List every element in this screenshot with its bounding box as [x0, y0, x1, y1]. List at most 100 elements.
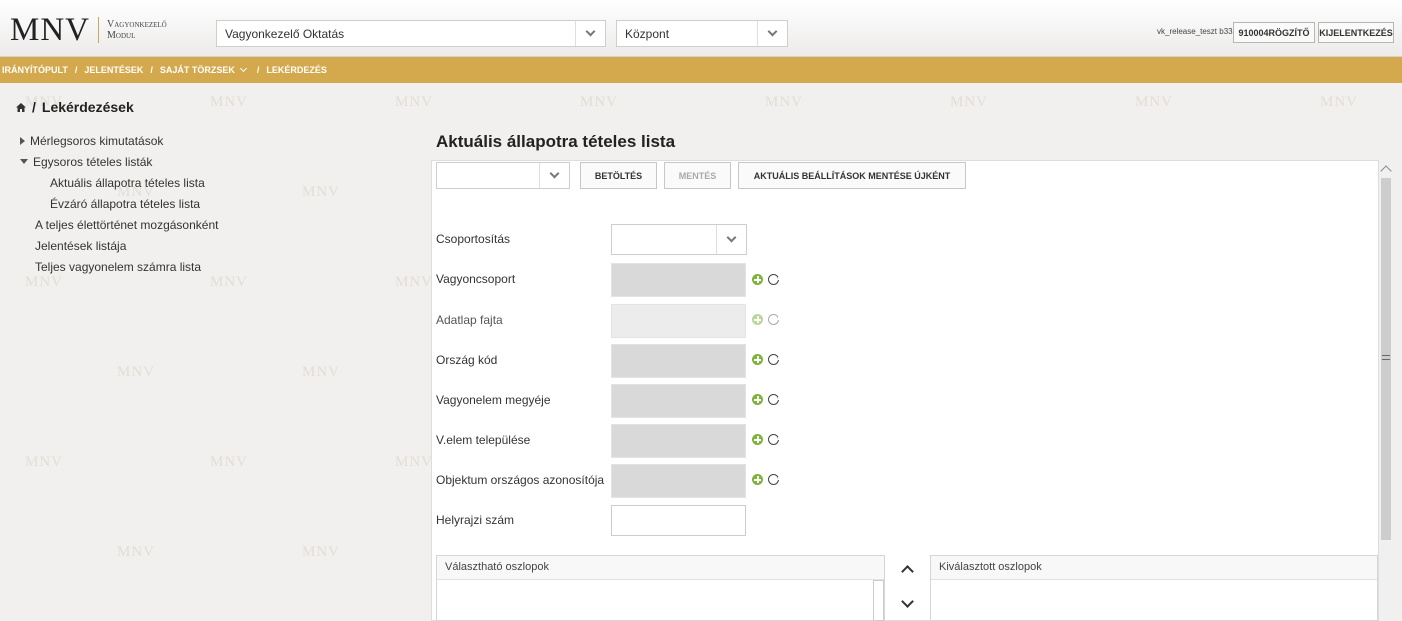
grouping-select[interactable]	[611, 224, 747, 255]
main-scrollbar[interactable]	[1378, 160, 1392, 621]
chevron-down-icon[interactable]	[539, 163, 569, 188]
asset-group-field[interactable]	[611, 263, 746, 297]
watermark-text: MNV	[210, 454, 249, 470]
nav-separator: /	[256, 65, 260, 75]
logo-text: MNV	[10, 12, 91, 48]
available-columns-list[interactable]: Választható oszlopok	[436, 555, 885, 621]
role-button[interactable]: 910004RÖGZÍTŐ	[1233, 22, 1315, 43]
refresh-icon[interactable]	[768, 434, 781, 445]
asset-group-label: Vagyoncsoport	[436, 272, 516, 286]
refresh-icon[interactable]	[768, 394, 781, 405]
unit-select-value: Központ	[625, 26, 670, 41]
add-icon[interactable]	[752, 434, 763, 445]
scroll-up-icon[interactable]	[1380, 165, 1392, 177]
settlement-label: V.elem települése	[436, 433, 531, 447]
watermark-text: MNV	[1320, 94, 1359, 110]
main-nav: IRÁNYÍTÓPULT / JELENTÉSEK / SAJÁT TÖRZSE…	[0, 57, 1402, 83]
tree-item-current-state-list[interactable]: Aktuális állapotra tételes lista	[50, 176, 205, 190]
mnv-logo: MNV Vagyonkezelő Modul	[10, 13, 167, 47]
tree-item-year-end-list[interactable]: Évzáró állapotra tételes lista	[50, 197, 200, 211]
parcel-number-label: Helyrajzi szám	[436, 513, 515, 527]
watermark-text: MNV	[395, 274, 434, 290]
watermark-text: MNV	[1135, 94, 1174, 110]
grouping-label: Csoportosítás	[436, 232, 511, 246]
add-icon[interactable]	[752, 354, 763, 365]
refresh-icon[interactable]	[768, 274, 781, 285]
selected-columns-header: Kiválasztott oszlopok	[931, 556, 1377, 580]
datasheet-type-field	[611, 304, 746, 338]
settlement-field[interactable]	[611, 424, 746, 458]
logo-subtitle-line-1: Vagyonkezelő	[107, 19, 167, 30]
watermark-text: MNV	[302, 544, 341, 560]
county-label: Vagyonelem megyéje	[436, 393, 551, 407]
unit-select[interactable]: Központ	[616, 20, 788, 47]
query-form-panel	[431, 160, 1392, 621]
breadcrumb-separator: /	[32, 99, 36, 115]
top-header: MNV Vagyonkezelő Modul Vagyonkezelő Okta…	[0, 0, 1402, 57]
watermark-text: MNV	[580, 94, 619, 110]
caret-right-icon[interactable]	[20, 137, 25, 145]
object-id-label: Objektum országos azonosítója	[436, 473, 605, 487]
tree-item-label: Egysoros tételes listák	[33, 155, 153, 169]
add-icon[interactable]	[752, 394, 763, 405]
scrollbar-grip-icon	[1382, 355, 1390, 360]
watermark-text: MNV	[765, 94, 804, 110]
county-field[interactable]	[611, 384, 746, 418]
tree-item-full-history[interactable]: A teljes élettörténet mozgásonként	[35, 218, 218, 232]
object-id-field[interactable]	[611, 464, 746, 498]
watermark-text: MNV	[117, 544, 156, 560]
tree-item-label: Mérlegsoros kimutatások	[30, 134, 164, 148]
tree-item-report-list[interactable]: Jelentések listája	[35, 239, 126, 253]
selected-columns-list[interactable]: Kiválasztott oszlopok	[930, 555, 1378, 621]
watermark-text: MNV	[950, 94, 989, 110]
chevron-down-icon[interactable]	[757, 21, 787, 46]
add-icon	[752, 314, 763, 325]
add-icon[interactable]	[752, 274, 763, 285]
available-columns-header: Választható oszlopok	[437, 556, 884, 580]
country-code-label: Ország kód	[436, 353, 498, 367]
organization-select[interactable]: Vagyonkezelő Oktatás	[216, 20, 606, 47]
logo-subtitle: Vagyonkezelő Modul	[107, 19, 167, 41]
chevron-down-icon[interactable]	[575, 21, 605, 46]
user-label: vk_release_teszt b33	[1157, 27, 1233, 36]
save-button[interactable]: MENTÉS	[664, 162, 731, 189]
nav-separator: /	[150, 65, 153, 75]
datasheet-type-label: Adatlap fajta	[436, 313, 503, 327]
watermark-text: MNV	[25, 274, 64, 290]
load-button[interactable]: BETÖLTÉS	[580, 162, 657, 189]
page-title: Aktuális állapotra tételes lista	[436, 132, 676, 151]
add-icon[interactable]	[752, 474, 763, 485]
caret-down-icon[interactable]	[20, 159, 28, 164]
home-icon[interactable]	[16, 102, 26, 112]
watermark-text: MNV	[25, 454, 64, 470]
refresh-icon[interactable]	[768, 474, 781, 485]
watermark-text: MNV	[395, 454, 434, 470]
nav-queries[interactable]: LEKÉRDEZÉS	[266, 65, 327, 75]
organization-select-value: Vagyonkezelő Oktatás	[225, 26, 345, 41]
nav-separator: /	[74, 65, 78, 75]
logo-divider	[98, 17, 100, 43]
breadcrumb-current: Lekérdezések	[41, 99, 134, 115]
preset-select[interactable]	[436, 162, 570, 189]
tree-item-single-row-lists[interactable]: Egysoros tételes listák	[20, 155, 152, 169]
watermark-text: MNV	[302, 184, 341, 200]
parcel-number-input[interactable]	[611, 505, 746, 536]
save-as-new-button[interactable]: AKTUÁLIS BEÁLLÍTÁSOK MENTÉSE ÚJKÉNT	[738, 162, 966, 189]
watermark-text: MNV	[395, 94, 434, 110]
refresh-icon[interactable]	[768, 354, 781, 365]
chevron-down-icon[interactable]	[716, 225, 746, 254]
tree-item-balance-reports[interactable]: Mérlegsoros kimutatások	[20, 134, 163, 148]
nav-reports[interactable]: JELENTÉSEK	[84, 65, 143, 75]
logout-button[interactable]: KIJELENTKEZÉS	[1318, 22, 1394, 43]
logo-subtitle-line-2: Modul	[107, 30, 136, 41]
chevron-down-icon[interactable]	[239, 64, 247, 73]
refresh-icon	[768, 314, 781, 325]
breadcrumb: / Lekérdezések	[16, 99, 134, 115]
country-code-field[interactable]	[611, 344, 746, 378]
tree-item-full-asset-number-list[interactable]: Teljes vagyonelem számra lista	[35, 260, 201, 274]
available-columns-scrollbar[interactable]	[873, 580, 884, 621]
watermark-text: MNV	[117, 364, 156, 380]
nav-dashboard[interactable]: IRÁNYÍTÓPULT	[2, 65, 68, 75]
nav-own-registers[interactable]: SAJÁT TÖRZSEK	[160, 65, 235, 75]
watermark-text: MNV	[302, 364, 341, 380]
